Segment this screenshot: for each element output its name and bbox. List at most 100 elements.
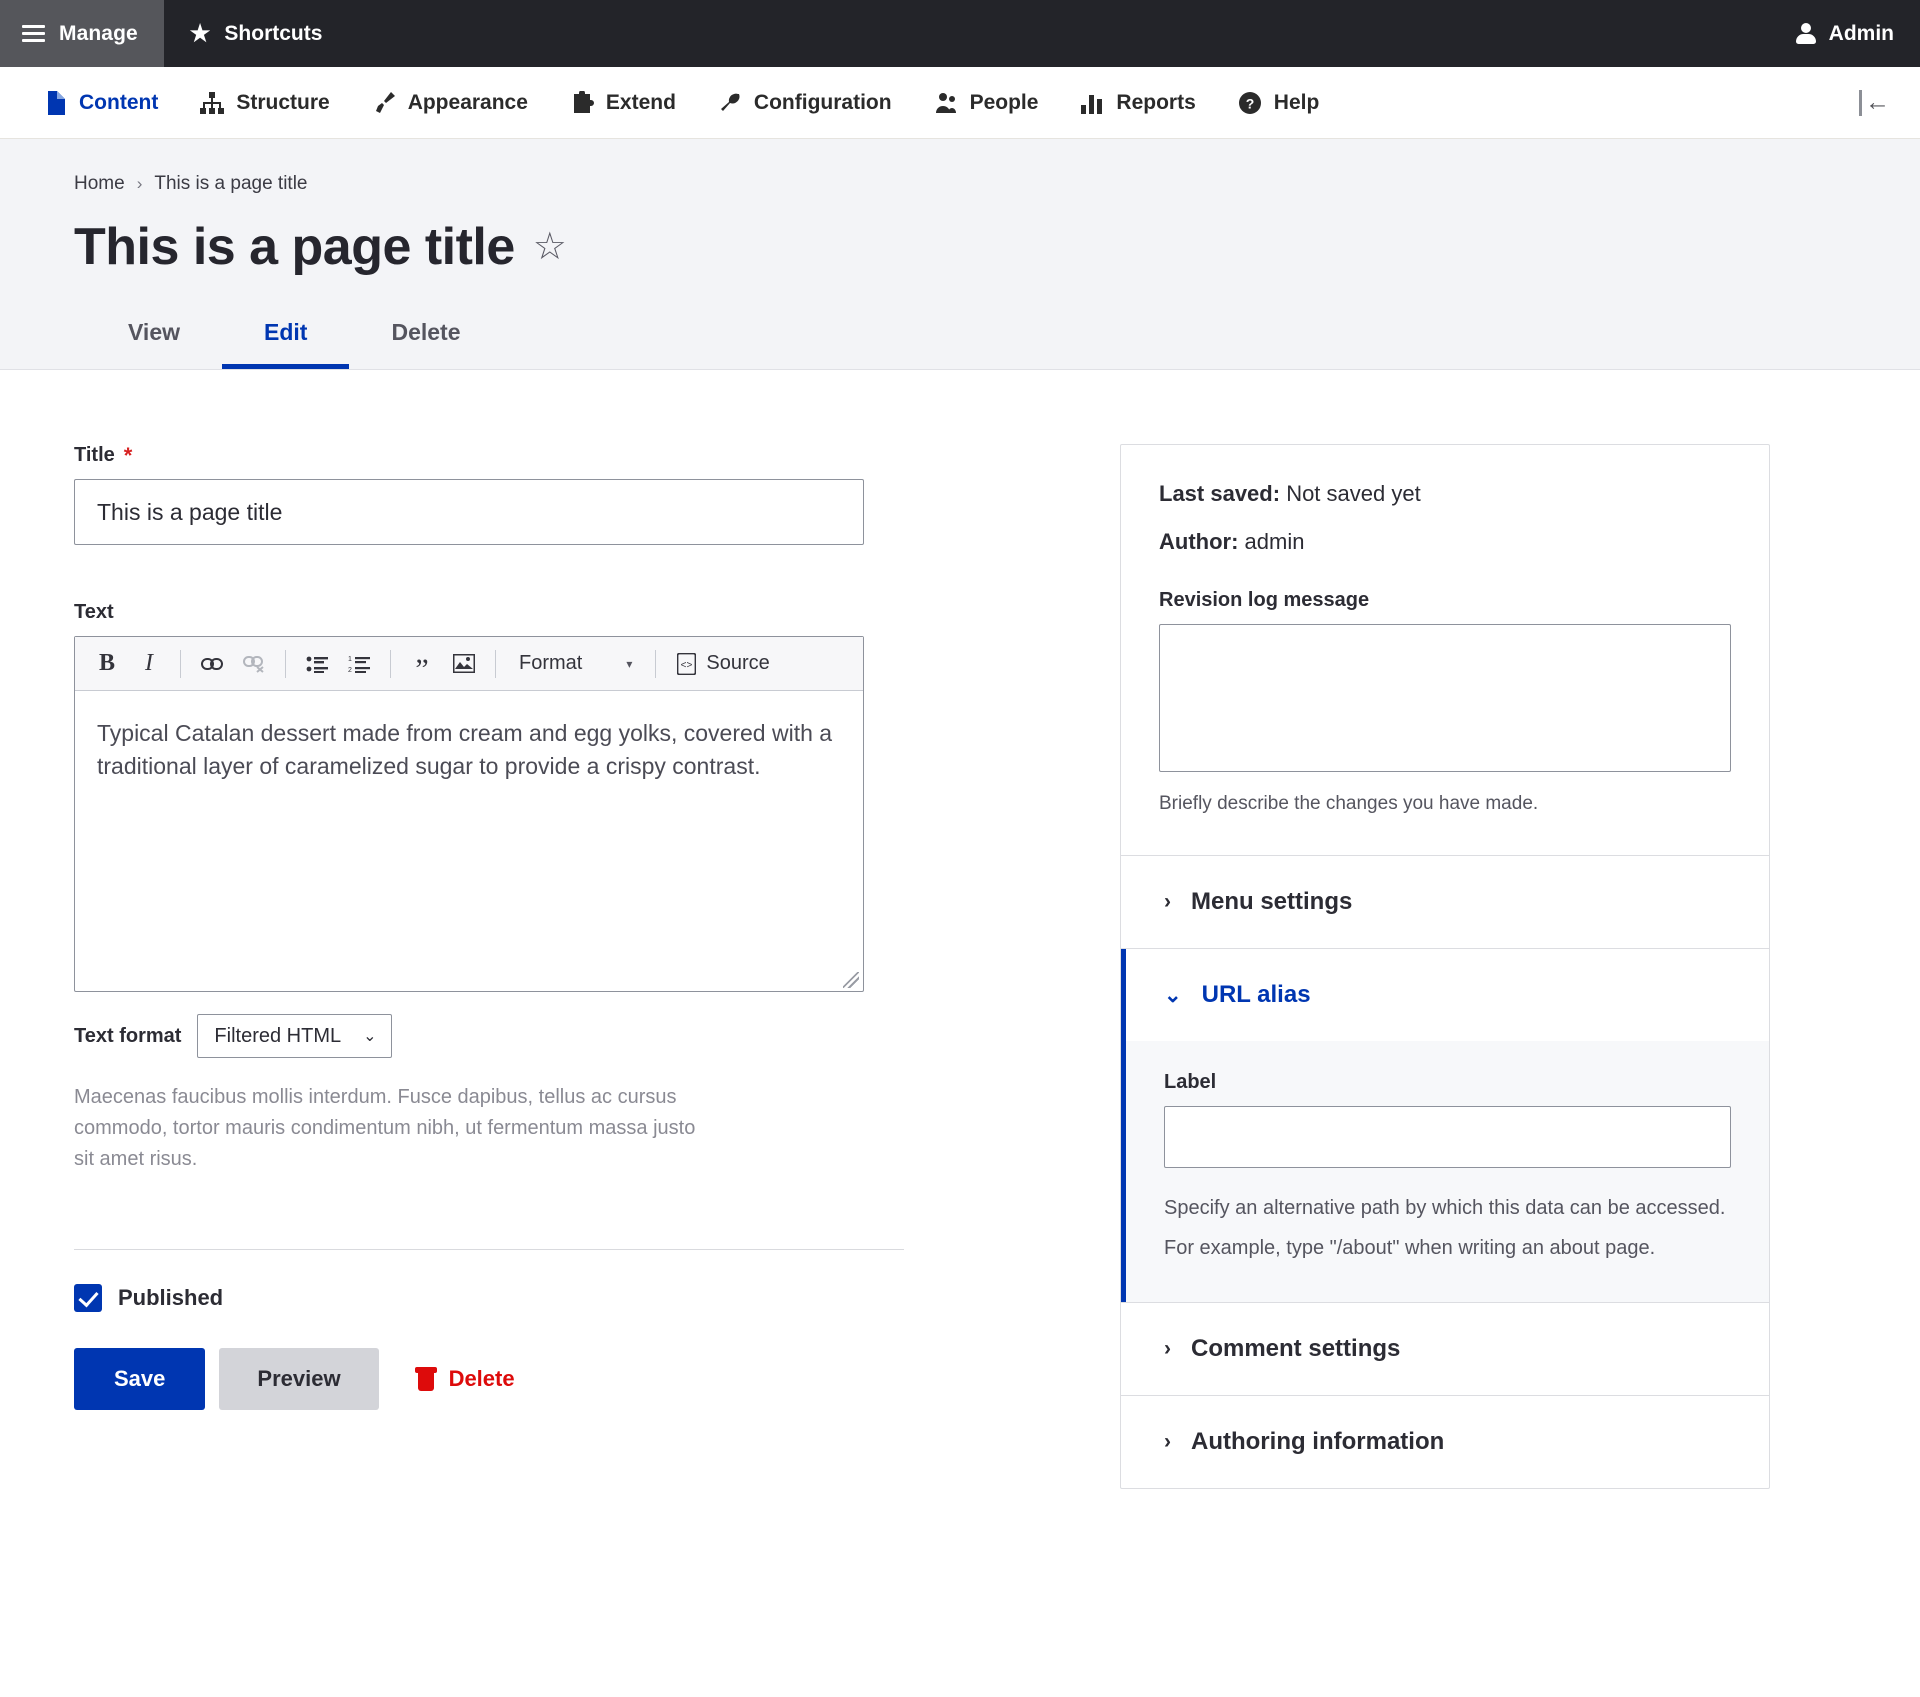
admin-user-menu[interactable]: Admin <box>1770 0 1920 67</box>
revision-log-label: Revision log message <box>1159 589 1731 612</box>
preview-button[interactable]: Preview <box>219 1348 378 1410</box>
form-actions: Save Preview Delete <box>74 1348 1120 1410</box>
image-icon[interactable] <box>444 644 484 684</box>
nav-item-people[interactable]: People <box>913 67 1060 138</box>
tab-view[interactable]: View <box>86 305 222 369</box>
nav-item-help[interactable]: ? Help <box>1217 67 1341 138</box>
accordion-label: Comment settings <box>1191 1335 1400 1363</box>
author-value: admin <box>1245 529 1305 554</box>
chevron-right-icon: › <box>1164 1430 1171 1454</box>
svg-text:2: 2 <box>348 667 352 673</box>
author-label: Author: <box>1159 529 1238 554</box>
nav-label: Configuration <box>754 91 892 115</box>
breadcrumb-current: This is a page title <box>154 173 307 195</box>
tab-delete[interactable]: Delete <box>349 305 502 369</box>
url-alias-help: Specify an alternative path by which thi… <box>1164 1188 1731 1268</box>
star-outline-icon[interactable]: ☆ <box>533 228 567 266</box>
nav-label: Content <box>79 91 158 115</box>
editor-content-area[interactable]: Typical Catalan dessert made from cream … <box>75 691 863 991</box>
last-saved-value: Not saved yet <box>1286 481 1421 506</box>
toolbar-divider <box>390 650 391 678</box>
sitemap-icon <box>200 91 224 115</box>
question-circle-icon: ? <box>1238 91 1262 115</box>
bar-chart-icon <box>1080 91 1104 115</box>
shortcuts-button[interactable]: ★ Shortcuts <box>164 0 349 67</box>
nav-item-appearance[interactable]: Appearance <box>351 67 549 138</box>
url-alias-input[interactable] <box>1164 1106 1731 1168</box>
manage-label: Manage <box>59 22 138 46</box>
svg-text:?: ? <box>1246 95 1255 111</box>
accordion-label: Authoring information <box>1191 1428 1444 1456</box>
nav-label: Help <box>1274 91 1320 115</box>
breadcrumb-separator: › <box>137 174 143 194</box>
text-format-help: Maecenas faucibus mollis interdum. Fusce… <box>74 1082 714 1175</box>
revision-log-textarea[interactable] <box>1159 624 1731 772</box>
source-code-icon: <> <box>677 653 696 675</box>
nav-item-structure[interactable]: Structure <box>179 67 350 138</box>
title-input[interactable] <box>74 479 864 545</box>
accordion-header-authoring-information[interactable]: › Authoring information <box>1121 1396 1769 1488</box>
blockquote-icon[interactable]: ” <box>402 644 442 684</box>
svg-text:<>: <> <box>681 660 693 671</box>
admin-nav-bar: Content Structure Appearance Extend Conf… <box>0 67 1920 139</box>
revision-log-help: Briefly describe the changes you have ma… <box>1159 793 1731 815</box>
delete-button[interactable]: Delete <box>415 1366 515 1392</box>
numbered-list-icon[interactable]: 12 <box>339 644 379 684</box>
main-content: Title * Text B I <box>0 370 1920 1489</box>
trash-icon <box>415 1367 437 1391</box>
nav-label: Appearance <box>408 91 528 115</box>
nav-item-content[interactable]: Content <box>22 67 179 138</box>
delete-label: Delete <box>449 1366 515 1392</box>
page-tabs: View Edit Delete <box>0 305 1920 369</box>
text-format-select[interactable]: Filtered HTML ⌄ <box>197 1014 391 1058</box>
bulleted-list-icon[interactable] <box>297 644 337 684</box>
format-dropdown[interactable]: Format ▾ <box>507 644 644 684</box>
title-field-label: Title <box>74 444 115 467</box>
bold-button[interactable]: B <box>87 644 127 684</box>
chevron-right-icon: › <box>1164 1337 1171 1361</box>
tab-edit[interactable]: Edit <box>222 305 349 369</box>
accordion-menu-settings: › Menu settings <box>1121 855 1769 948</box>
accordion-header-menu-settings[interactable]: › Menu settings <box>1121 856 1769 948</box>
editor-resize-handle[interactable] <box>843 972 859 988</box>
accordion-authoring-information: › Authoring information <box>1121 1395 1769 1488</box>
accordion-header-url-alias[interactable]: ⌄ URL alias <box>1121 949 1769 1041</box>
accordion-comment-settings: › Comment settings <box>1121 1302 1769 1395</box>
node-meta-panel: Last saved: Not saved yet Author: admin … <box>1120 444 1770 1489</box>
unlink-icon <box>234 644 274 684</box>
toolbar-divider <box>285 650 286 678</box>
accordion-url-alias: ⌄ URL alias Label Specify an alternative… <box>1121 948 1769 1302</box>
nav-label: People <box>970 91 1039 115</box>
admin-toolbar: Manage ★ Shortcuts Admin <box>0 0 1920 67</box>
accordion-label: URL alias <box>1202 981 1311 1009</box>
chevron-down-icon: ▾ <box>626 657 632 671</box>
editor-paragraph: Typical Catalan dessert made from cream … <box>97 720 832 779</box>
text-format-value: Filtered HTML <box>214 1025 341 1048</box>
source-label: Source <box>706 652 769 675</box>
published-checkbox[interactable] <box>74 1284 102 1312</box>
puzzle-icon <box>570 91 594 115</box>
collapse-left-icon[interactable]: ← <box>1859 90 1890 116</box>
published-label: Published <box>118 1285 223 1311</box>
nav-label: Structure <box>236 91 329 115</box>
source-button[interactable]: <> Source <box>667 652 779 675</box>
accordion-label: Menu settings <box>1191 888 1352 916</box>
accordion-header-comment-settings[interactable]: › Comment settings <box>1121 1303 1769 1395</box>
save-button[interactable]: Save <box>74 1348 205 1410</box>
admin-user-label: Admin <box>1829 22 1894 46</box>
nav-item-configuration[interactable]: Configuration <box>697 67 913 138</box>
chevron-right-icon: › <box>1164 890 1171 914</box>
nav-item-reports[interactable]: Reports <box>1059 67 1216 138</box>
manage-button[interactable]: Manage <box>0 0 164 67</box>
link-icon[interactable] <box>192 644 232 684</box>
toolbar-divider <box>655 650 656 678</box>
paintbrush-icon <box>372 91 396 115</box>
url-alias-label: Label <box>1164 1071 1731 1094</box>
star-filled-icon: ★ <box>190 22 211 45</box>
last-saved-label: Last saved: <box>1159 481 1280 506</box>
italic-button[interactable]: I <box>129 644 169 684</box>
breadcrumb-home-link[interactable]: Home <box>74 173 125 195</box>
text-format-label: Text format <box>74 1025 181 1048</box>
document-icon <box>43 91 67 115</box>
nav-item-extend[interactable]: Extend <box>549 67 697 138</box>
